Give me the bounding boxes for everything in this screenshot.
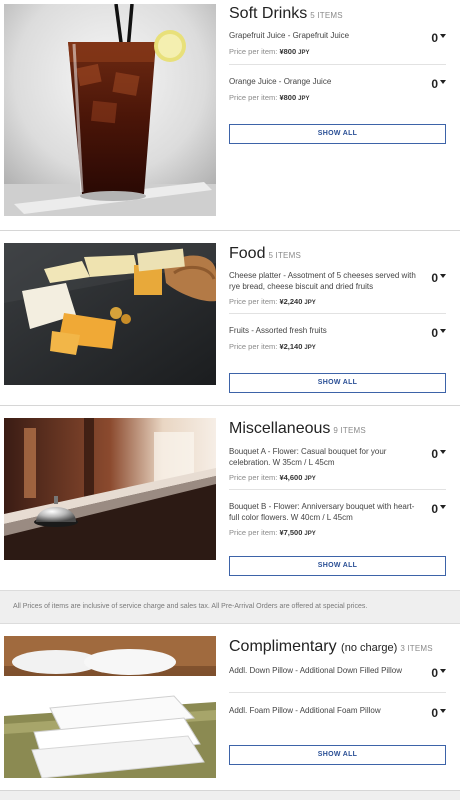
caret-down-icon	[440, 709, 446, 713]
item-count: 3 ITEMS	[400, 644, 433, 653]
show-all-button[interactable]: SHOW ALL	[229, 124, 446, 144]
quantity-dropdown[interactable]: 0	[431, 666, 446, 680]
caret-down-icon	[440, 450, 446, 454]
price-notice: All Prices of items are inclusive of ser…	[0, 590, 460, 624]
item-name: Cheese platter - Assotment of 5 cheeses …	[229, 271, 416, 291]
caret-down-icon	[440, 80, 446, 84]
item-price: Price per item: ¥7,500 JPY	[229, 528, 316, 537]
caret-down-icon	[440, 329, 446, 333]
category-name: Soft Drinks	[229, 5, 308, 22]
item-price: Price per item: ¥4,600 JPY	[229, 473, 316, 482]
item-price: Price per item: ¥2,140 JPY	[229, 341, 316, 351]
category-name: Miscellaneous	[229, 420, 331, 437]
show-all-button[interactable]: SHOW ALL	[229, 373, 446, 393]
show-all-button[interactable]: SHOW ALL	[229, 556, 446, 576]
divider	[229, 313, 446, 314]
item-name: Bouquet A - Flower: Casual bouquet for y…	[229, 447, 387, 467]
list-item: Bouquet B - Flower: Anniversary bouquet …	[229, 502, 446, 537]
list-item: Grapefruit Juice - Grapefruit Juice Pric…	[229, 31, 446, 56]
list-item: Fruits - Assorted fresh fruits Price per…	[229, 326, 446, 351]
item-name: Grapefruit Juice - Grapefruit Juice	[229, 31, 350, 40]
item-name: Bouquet B - Flower: Anniversary bouquet …	[229, 502, 415, 522]
item-count: 5 ITEMS	[268, 251, 301, 260]
quantity-dropdown[interactable]: 0	[431, 502, 446, 516]
quantity-dropdown[interactable]: 0	[431, 706, 446, 720]
category-name: Food	[229, 245, 266, 262]
item-name: Orange Juice - Orange Juice	[229, 77, 332, 86]
item-name: Addl. Down Pillow - Additional Down Fill…	[229, 666, 402, 675]
category-title: Complimentary (no charge) 3 ITEMS	[229, 637, 446, 659]
item-name: Fruits - Assorted fresh fruits	[229, 326, 327, 335]
quantity-dropdown[interactable]: 0	[431, 271, 446, 285]
list-item: Bouquet A - Flower: Casual bouquet for y…	[229, 447, 446, 482]
show-all-button[interactable]: SHOW ALL	[229, 745, 446, 765]
item-name: Addl. Foam Pillow - Additional Foam Pill…	[229, 706, 381, 715]
divider	[229, 692, 446, 693]
list-item: Orange Juice - Orange Juice Price per it…	[229, 77, 446, 102]
divider	[229, 64, 446, 65]
item-count: 5 ITEMS	[310, 11, 343, 20]
miscellaneous-photo	[4, 418, 216, 560]
complimentary-photo	[4, 636, 216, 778]
category-title: Miscellaneous 9 ITEMS	[229, 419, 446, 441]
category-food: Food 5 ITEMS Cheese platter - Assotment o…	[0, 231, 460, 405]
category-name: Complimentary	[229, 638, 337, 655]
category-miscellaneous: Miscellaneous 9 ITEMS Bouquet A - Flower:…	[0, 406, 460, 590]
quantity-dropdown[interactable]: 0	[431, 447, 446, 461]
quantity-dropdown[interactable]: 0	[431, 77, 446, 91]
item-price: Price per item: ¥800 JPY	[229, 46, 310, 56]
category-title: Food 5 ITEMS	[229, 244, 446, 266]
item-price: Price per item: ¥2,240 JPY	[229, 297, 316, 306]
caret-down-icon	[440, 669, 446, 673]
category-subtitle: (no charge)	[341, 642, 398, 654]
food-photo	[4, 243, 216, 385]
category-title: Soft Drinks 5 ITEMS	[229, 4, 446, 26]
item-price: Price per item: ¥800 JPY	[229, 92, 310, 102]
category-complimentary: Complimentary (no charge) 3 ITEMS Addl. D…	[0, 624, 460, 788]
list-item: Addl. Foam Pillow - Additional Foam Pill…	[229, 706, 446, 720]
quantity-dropdown[interactable]: 0	[431, 31, 446, 45]
divider	[229, 489, 446, 490]
list-item: Cheese platter - Assotment of 5 cheeses …	[229, 271, 446, 306]
footer-band	[0, 790, 460, 800]
soft-drink-photo	[4, 4, 216, 216]
item-count: 9 ITEMS	[333, 426, 366, 435]
caret-down-icon	[440, 274, 446, 278]
notice-text: All Prices of items are inclusive of ser…	[13, 603, 368, 610]
category-soft-drinks: Soft Drinks 5 ITEMS Grapefruit Juice - Gr…	[0, 0, 460, 230]
quantity-dropdown[interactable]: 0	[431, 326, 446, 340]
caret-down-icon	[440, 34, 446, 38]
list-item: Addl. Down Pillow - Additional Down Fill…	[229, 666, 446, 680]
caret-down-icon	[440, 505, 446, 509]
